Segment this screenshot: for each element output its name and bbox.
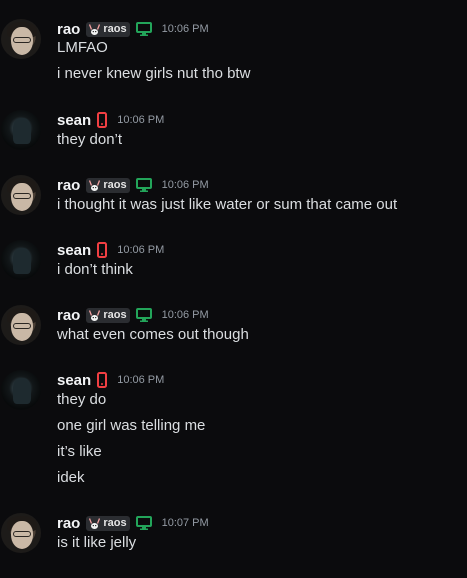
guild-tag[interactable]: raos <box>86 21 130 37</box>
message-text: they do <box>57 391 107 408</box>
message-text: what even comes out though <box>57 326 249 343</box>
message-header: rao raos 10:06 PM <box>57 305 209 325</box>
timestamp[interactable]: 10:06 PM <box>162 309 209 321</box>
message-text: i thought it was just like water or sum … <box>57 196 398 213</box>
username[interactable]: rao <box>57 515 80 532</box>
desktop-icon <box>135 178 152 192</box>
message-text: i don’t think <box>57 261 133 278</box>
timestamp[interactable]: 10:07 PM <box>162 517 209 529</box>
message-text: LMFAO <box>57 39 108 56</box>
message-text: they don’t <box>57 131 123 148</box>
message-text: i never knew girls nut tho btw <box>57 65 251 82</box>
bunny-icon <box>89 179 101 191</box>
bunny-icon <box>89 23 101 35</box>
guild-tag-label: raos <box>103 309 127 321</box>
timestamp[interactable]: 10:06 PM <box>117 114 164 126</box>
avatar[interactable] <box>1 305 41 345</box>
message-text: it’s like <box>57 443 102 460</box>
guild-tag[interactable]: raos <box>86 177 130 193</box>
guild-tag-label: raos <box>103 517 127 529</box>
bunny-icon <box>89 517 101 529</box>
timestamp[interactable]: 10:06 PM <box>162 179 209 191</box>
guild-tag[interactable]: raos <box>86 515 130 531</box>
message-header: sean 10:06 PM <box>57 240 164 260</box>
avatar[interactable] <box>1 110 41 150</box>
message-header: sean 10:06 PM <box>57 370 164 390</box>
mobile-icon <box>97 372 108 388</box>
timestamp[interactable]: 10:06 PM <box>117 244 164 256</box>
guild-tag-label: raos <box>103 23 127 35</box>
guild-tag-label: raos <box>103 179 127 191</box>
username[interactable]: rao <box>57 177 80 194</box>
username[interactable]: sean <box>57 112 91 129</box>
username[interactable]: sean <box>57 242 91 259</box>
message-text: is it like jelly <box>57 534 137 551</box>
avatar[interactable] <box>1 175 41 215</box>
desktop-icon <box>135 22 152 36</box>
username[interactable]: rao <box>57 21 80 38</box>
mobile-icon <box>97 112 108 128</box>
desktop-icon <box>135 516 152 530</box>
avatar[interactable] <box>1 513 41 553</box>
username[interactable]: rao <box>57 307 80 324</box>
timestamp[interactable]: 10:06 PM <box>162 23 209 35</box>
avatar[interactable] <box>1 370 41 410</box>
message-header: rao raos 10:07 PM <box>57 513 209 533</box>
message-text: one girl was telling me <box>57 417 206 434</box>
message-header: sean 10:06 PM <box>57 110 164 130</box>
avatar[interactable] <box>1 19 41 59</box>
message-text: idek <box>57 469 85 486</box>
avatar[interactable] <box>1 240 41 280</box>
username[interactable]: sean <box>57 372 91 389</box>
message-header: rao raos 10:06 PM <box>57 19 209 39</box>
mobile-icon <box>97 242 108 258</box>
guild-tag[interactable]: raos <box>86 307 130 323</box>
desktop-icon <box>135 308 152 322</box>
bunny-icon <box>89 309 101 321</box>
message-header: rao raos 10:06 PM <box>57 175 209 195</box>
timestamp[interactable]: 10:06 PM <box>117 374 164 386</box>
